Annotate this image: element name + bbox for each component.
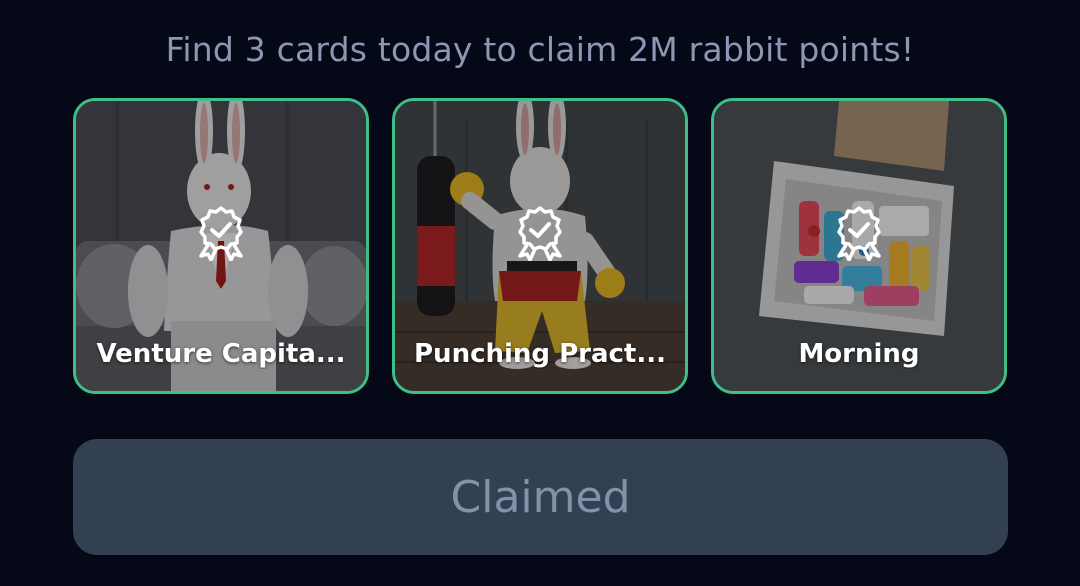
claimed-button[interactable]: Claimed: [73, 439, 1008, 555]
award-check-icon: [518, 206, 562, 261]
card-title: Venture Capita...: [96, 339, 346, 369]
card-title: Morning: [798, 339, 920, 369]
daily-cards-panel: Find 3 cards today to claim 2M rabbit po…: [0, 0, 1080, 586]
award-check-icon: [199, 206, 243, 261]
award-check-icon: [837, 206, 881, 261]
card-punching-practice[interactable]: Punching Pract...: [392, 98, 688, 394]
card-venture-capital[interactable]: Venture Capita...: [73, 98, 369, 394]
card-row: Venture Capita... Punching Pract... Morn…: [73, 98, 1008, 394]
card-title: Punching Pract...: [414, 339, 666, 369]
daily-cards-headline: Find 3 cards today to claim 2M rabbit po…: [165, 30, 915, 69]
card-morning[interactable]: Morning: [711, 98, 1007, 394]
